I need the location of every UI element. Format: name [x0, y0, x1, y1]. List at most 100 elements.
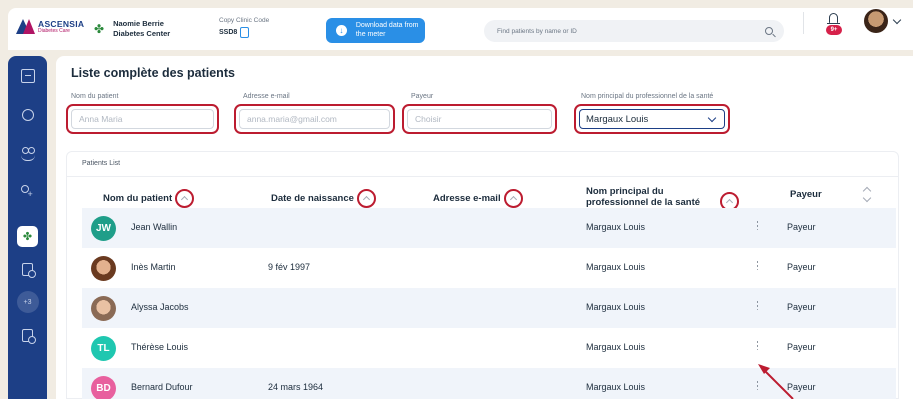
search-placeholder: Find patients by name or ID: [497, 27, 577, 35]
clinic-info: ✤ Naomie Berrie Diabetes Center: [94, 19, 183, 39]
payer-cell: Payeur: [787, 342, 816, 352]
professional-cell: Margaux Louis: [586, 302, 646, 312]
table-row[interactable]: JW Jean Wallin Margaux Louis Payeur: [82, 208, 896, 248]
users-icon: [20, 147, 35, 161]
more-count: +3: [16, 291, 39, 313]
column-header-dob[interactable]: Date de naissance: [271, 189, 376, 208]
sidebar-item-exit[interactable]: [8, 69, 47, 83]
column-header-name-label: Nom du patient: [103, 192, 173, 204]
professional-cell: Margaux Louis: [586, 382, 646, 392]
top-bar: ASCENSIA Diabetes Care ✤ Naomie Berrie D…: [8, 8, 913, 50]
patient-name-label: Nom du patient: [71, 93, 119, 100]
payer-cell: Payeur: [787, 262, 816, 272]
sidebar-item-users[interactable]: [8, 147, 47, 161]
professional-select[interactable]: Margaux Louis: [579, 109, 725, 129]
row-menu-icon[interactable]: [756, 221, 759, 233]
table-row[interactable]: Inès Martin 9 fév 1997 Margaux Louis Payeur: [82, 248, 896, 288]
notifications-button[interactable]: 9+: [826, 11, 842, 35]
brand-name: ASCENSIA: [38, 18, 85, 29]
avatar: JW: [91, 216, 116, 241]
dob-cell: 9 fév 1997: [268, 262, 311, 272]
download-icon: ↓: [336, 25, 347, 36]
table-row[interactable]: Alyssa Jacobs Margaux Louis Payeur: [82, 288, 896, 328]
email-filter: anna.maria@gmail.com: [234, 104, 395, 134]
sort-name-icon[interactable]: [175, 189, 195, 208]
row-menu-icon[interactable]: [756, 341, 759, 353]
avatar: [91, 256, 116, 281]
payer-filter: Choisir: [402, 104, 557, 134]
clover-icon: ✤: [94, 21, 105, 36]
column-header-name[interactable]: Nom du patient: [103, 189, 195, 208]
column-header-payer[interactable]: Payeur: [790, 189, 822, 200]
sort-email-icon[interactable]: [503, 189, 523, 208]
professional-filter: Margaux Louis: [574, 104, 730, 134]
sidebar: ✤ +3: [8, 56, 47, 399]
column-header-professional[interactable]: Nom principal du professionnel de la san…: [586, 183, 739, 211]
row-menu-icon[interactable]: [756, 301, 759, 313]
column-header-email[interactable]: Adresse e-mail: [433, 189, 523, 208]
professional-cell: Margaux Louis: [586, 222, 646, 232]
search-icon[interactable]: [765, 27, 773, 35]
document-icon: [22, 263, 36, 278]
payer-cell: Payeur: [787, 302, 816, 312]
patient-name-cell: Thérèse Louis: [131, 342, 189, 352]
sidebar-item-groups[interactable]: [8, 109, 47, 121]
sidebar-item-add-user[interactable]: [8, 185, 47, 199]
chevron-down-icon: [707, 113, 717, 122]
payer-label: Payeur: [411, 93, 434, 100]
brand-subtitle: Diabetes Care: [38, 28, 70, 35]
patient-name-input[interactable]: Anna Maria: [71, 109, 214, 129]
patient-search-input[interactable]: Find patients by name or ID: [484, 20, 784, 42]
bell-icon: [827, 13, 840, 25]
row-menu-icon[interactable]: [756, 381, 759, 393]
clinic-name: Naomie Berrie Diabetes Center: [113, 19, 171, 38]
table-divider: [67, 176, 898, 177]
avatar: [91, 296, 116, 321]
patients-table: Patients List Nom du patient Date de nai…: [66, 151, 899, 399]
notifications-badge: 9+: [826, 25, 842, 35]
column-header-email-label: Adresse e-mail: [433, 192, 501, 204]
sidebar-item-reports[interactable]: [8, 263, 47, 278]
download-button-label: Download data from the meter: [355, 22, 419, 38]
payer-cell: Payeur: [787, 382, 816, 392]
ascensia-logo-icon: [16, 19, 36, 35]
email-input[interactable]: anna.maria@gmail.com: [239, 109, 390, 129]
sort-payer-icon[interactable]: [860, 186, 874, 202]
main-panel: Liste complète des patients Nom du patie…: [56, 56, 913, 399]
brand-logo[interactable]: ASCENSIA Diabetes Care: [16, 19, 84, 35]
professional-label: Nom principal du professionnel de la san…: [581, 93, 714, 100]
page-title: Liste complète des patients: [71, 66, 235, 80]
user-avatar[interactable]: [864, 9, 888, 33]
patient-name-filter: Anna Maria: [66, 104, 219, 134]
column-header-professional-label: Nom principal du professionnel de la san…: [586, 185, 701, 208]
payer-select[interactable]: Choisir: [407, 109, 552, 129]
add-user-icon: [20, 185, 35, 199]
patient-name-cell: Alyssa Jacobs: [131, 302, 189, 312]
payer-cell: Payeur: [787, 222, 816, 232]
dob-cell: 24 mars 1964: [268, 382, 324, 392]
exit-icon: [20, 69, 35, 83]
document-icon: [22, 329, 36, 344]
patient-name-cell: Inès Martin: [131, 262, 176, 272]
table-row[interactable]: TL Thérèse Louis Margaux Louis Payeur: [82, 328, 896, 368]
header-divider: [803, 12, 804, 34]
table-caption: Patients List: [82, 160, 121, 167]
patient-name-cell: Bernard Dufour: [131, 382, 193, 392]
avatar: TL: [91, 336, 116, 361]
row-menu-icon[interactable]: [756, 261, 759, 273]
sidebar-item-more[interactable]: +3: [8, 291, 47, 313]
professional-cell: Margaux Louis: [586, 342, 646, 352]
email-label: Adresse e-mail: [243, 93, 290, 100]
table-row[interactable]: BD Bernard Dufour 24 mars 1964 Margaux Loui…: [82, 368, 896, 399]
column-header-payer-label: Payeur: [790, 189, 822, 200]
copy-clinic-code: Copy Clinic Code SSD8: [219, 17, 269, 38]
professional-cell: Margaux Louis: [586, 262, 646, 272]
sort-dob-icon[interactable]: [356, 189, 376, 208]
copy-icon[interactable]: [240, 27, 250, 38]
patient-name-cell: Jean Wallin: [131, 222, 178, 232]
download-data-button[interactable]: ↓ Download data from the meter: [326, 18, 425, 43]
sidebar-item-documents[interactable]: [8, 329, 47, 344]
avatar: BD: [91, 376, 116, 399]
sidebar-item-clinic[interactable]: ✤: [8, 226, 47, 247]
group-icon: [21, 109, 34, 121]
